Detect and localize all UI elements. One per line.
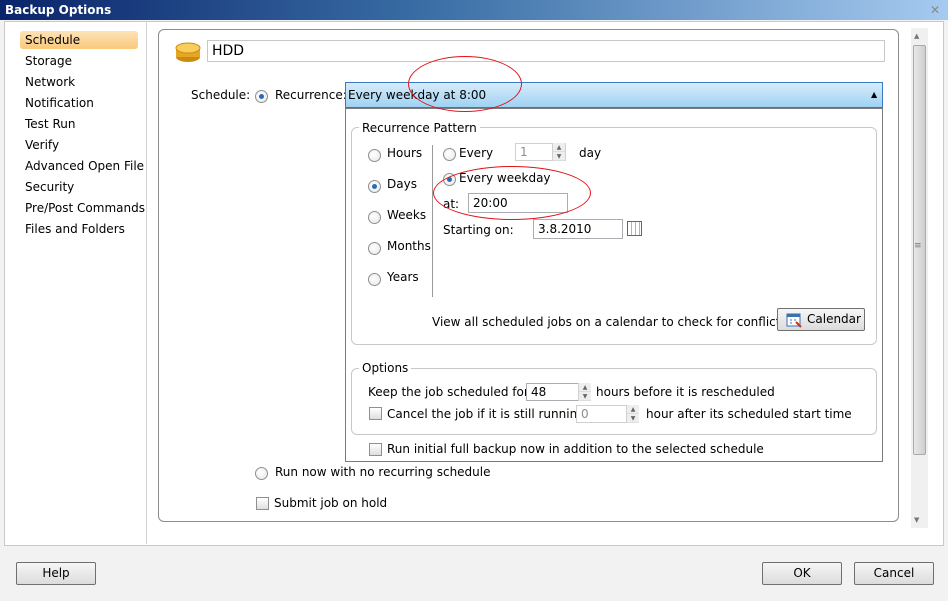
sidebar-item-storage[interactable]: Storage	[20, 52, 138, 70]
sidebar-item-pre-post-commands[interactable]: Pre/Post Commands	[20, 199, 145, 217]
cancel-running-label: Cancel the job if it is still running	[387, 407, 585, 421]
cancel-hours-suffix: hour after its scheduled start time	[646, 407, 852, 421]
submit-on-hold-checkbox[interactable]	[256, 497, 269, 510]
years-label: Years	[387, 270, 419, 284]
years-radio[interactable]	[368, 273, 381, 286]
keep-hours-stepper[interactable]: ▲ ▼	[578, 383, 591, 401]
scroll-down-icon[interactable]: ▼	[914, 516, 919, 524]
hours-radio[interactable]	[368, 149, 381, 162]
options-group	[351, 368, 877, 435]
target-name-field	[207, 40, 885, 62]
cancel-hours-stepper[interactable]: ▲ ▼	[626, 405, 639, 423]
every-label: Every	[459, 146, 494, 160]
sidebar-item-schedule[interactable]: Schedule	[20, 31, 138, 49]
keep-scheduled-label: Keep the job scheduled for	[368, 385, 529, 399]
title-bar: Backup Options	[0, 0, 948, 20]
submit-on-hold-label: Submit job on hold	[274, 496, 388, 510]
close-icon[interactable]: ✕	[928, 4, 942, 16]
sidebar-item-advanced-open-file[interactable]: Advanced Open File	[20, 157, 144, 175]
months-label: Months	[387, 239, 431, 253]
hard-drive-icon	[175, 42, 201, 62]
hours-label: Hours	[387, 146, 423, 160]
recurrence-radio[interactable]	[255, 90, 268, 103]
sidebar-item-security[interactable]: Security	[20, 178, 138, 196]
calendar-icon[interactable]	[627, 221, 642, 236]
sidebar-item-network[interactable]: Network	[20, 73, 138, 91]
every-unit-label: day	[579, 146, 602, 160]
scroll-up-icon[interactable]: ▲	[914, 32, 919, 40]
initial-full-backup-label: Run initial full backup now in addition …	[387, 442, 764, 456]
chevron-up-icon[interactable]: ▲	[871, 90, 877, 99]
run-now-label: Run now with no recurring schedule	[275, 465, 491, 479]
weeks-label: Weeks	[387, 208, 427, 222]
cancel-button[interactable]: Cancel	[854, 562, 934, 585]
cancel-running-checkbox[interactable]	[369, 407, 382, 420]
sidebar-item-notification[interactable]: Notification	[20, 94, 138, 112]
schedule-label: Schedule:	[191, 88, 251, 102]
annotation-ellipse	[433, 166, 591, 220]
initial-full-backup-checkbox[interactable]	[369, 443, 382, 456]
sidebar-item-verify[interactable]: Verify	[20, 136, 138, 154]
starting-on-label: Starting on:	[443, 223, 514, 237]
days-label: Days	[387, 177, 417, 191]
annotation-ellipse	[408, 56, 522, 112]
options-title: Options	[359, 361, 412, 375]
recurrence-pattern-title: Recurrence Pattern	[359, 121, 480, 135]
help-button[interactable]: Help	[16, 562, 96, 585]
calendar-icon	[786, 313, 802, 328]
keep-hours-suffix: hours before it is rescheduled	[596, 385, 775, 399]
weeks-radio[interactable]	[368, 211, 381, 224]
ok-button[interactable]: OK	[762, 562, 842, 585]
run-now-radio[interactable]	[255, 467, 268, 480]
target-name: HDD	[212, 43, 245, 59]
start-date-field[interactable]: 3.8.2010	[533, 219, 623, 239]
calendar-hint: View all scheduled jobs on a calendar to…	[432, 315, 791, 329]
every-n-days-radio[interactable]	[443, 148, 456, 161]
calendar-button[interactable]: Calendar	[777, 308, 865, 331]
sidebar-item-test-run[interactable]: Test Run	[20, 115, 138, 133]
every-n-stepper[interactable]: ▲ ▼	[552, 143, 565, 161]
calendar-button-label: Calendar	[807, 312, 861, 326]
months-radio[interactable]	[368, 242, 381, 255]
pattern-divider	[432, 145, 433, 297]
days-radio[interactable]	[368, 180, 381, 193]
grip-icon: ≡	[914, 241, 922, 251]
window-title: Backup Options	[5, 3, 112, 17]
sidebar-item-files-and-folders[interactable]: Files and Folders	[20, 220, 138, 238]
recurrence-label: Recurrence:	[275, 88, 347, 102]
